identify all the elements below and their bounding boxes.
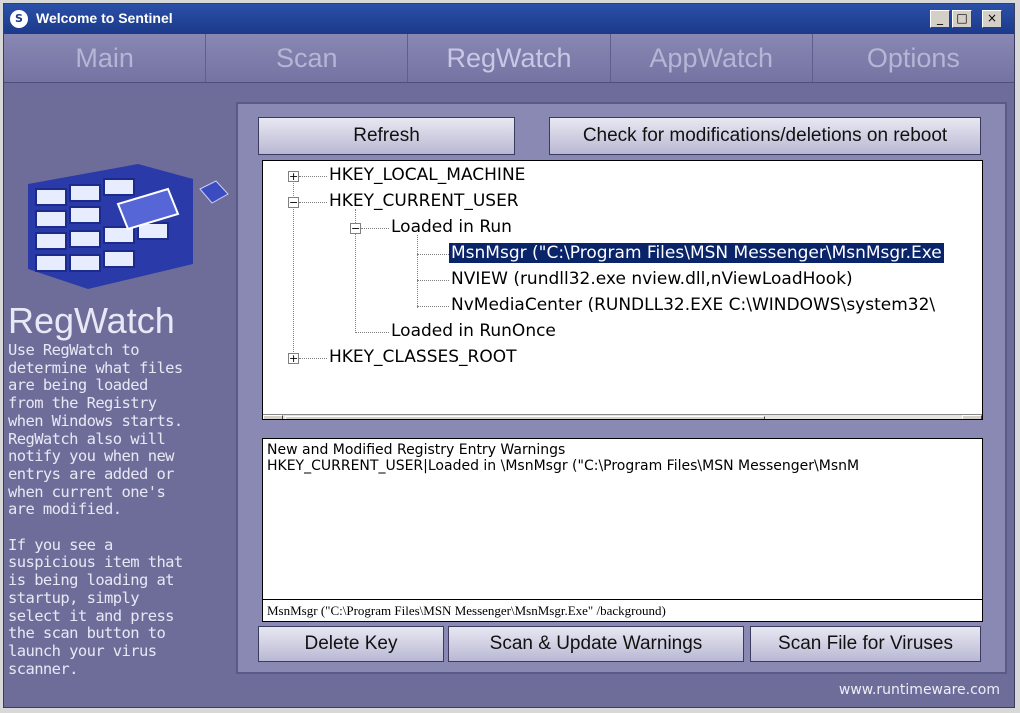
tree-node-loaded-in-runonce[interactable]: Loaded in RunOnce: [391, 321, 556, 341]
tab-regwatch[interactable]: RegWatch: [408, 34, 611, 82]
tab-appwatch[interactable]: AppWatch: [611, 34, 813, 82]
scrollbar-thumb[interactable]: [285, 416, 765, 419]
footer-url[interactable]: www.runtimeware.com: [839, 682, 1000, 698]
tree-node-msnmsgr[interactable]: MsnMsgr ("C:\Program Files\MSN Messenger…: [449, 243, 944, 263]
title-bar: S Welcome to Sentinel _ □ ×: [4, 4, 1014, 34]
tree-connector: [417, 235, 418, 308]
expand-plus-icon[interactable]: +: [288, 353, 299, 364]
delete-key-button[interactable]: Delete Key: [258, 626, 444, 662]
close-button[interactable]: ×: [982, 10, 1002, 28]
collapse-minus-icon[interactable]: −: [350, 223, 361, 234]
tree-connector: [361, 228, 389, 229]
tree-node-hkcu[interactable]: HKEY_CURRENT_USER: [329, 191, 519, 211]
collapse-minus-icon[interactable]: −: [288, 197, 299, 208]
warnings-header: New and Modified Registry Entry Warnings: [267, 442, 566, 458]
selected-entry-status: MsnMsgr ("C:\Program Files\MSN Messenger…: [262, 600, 983, 622]
sentinel-window: S Welcome to Sentinel _ □ × Main Scan Re…: [3, 3, 1015, 708]
registry-tree[interactable]: + HKEY_LOCAL_MACHINE − HKEY_CURRENT_USER…: [262, 160, 983, 420]
tree-connector: [417, 280, 449, 281]
scroll-right-icon[interactable]: ▶: [962, 415, 982, 419]
tree-connector: [417, 254, 449, 255]
tree-node-nview[interactable]: NVIEW (rundll32.exe nview.dll,nViewLoadH…: [451, 269, 853, 289]
horizontal-scrollbar[interactable]: ◀ ▶: [263, 414, 982, 419]
main-navigation: Main Scan RegWatch AppWatch Options: [4, 34, 1014, 83]
maximize-button[interactable]: □: [952, 10, 972, 28]
tree-node-hkcr[interactable]: HKEY_CLASSES_ROOT: [329, 347, 517, 367]
scroll-left-icon[interactable]: ◀: [263, 415, 283, 419]
scan-file-viruses-button[interactable]: Scan File for Viruses: [750, 626, 981, 662]
scan-update-warnings-button[interactable]: Scan & Update Warnings: [448, 626, 744, 662]
sidebar-description: Use RegWatch to determine what files are…: [8, 341, 183, 678]
tree-connector: [355, 332, 389, 333]
refresh-button[interactable]: Refresh: [258, 117, 515, 155]
regwatch-cubes-logo: [28, 164, 229, 289]
tree-node-loaded-in-run[interactable]: Loaded in Run: [391, 217, 512, 237]
warning-line[interactable]: HKEY_CURRENT_USER|Loaded in \MsnMsgr ("C…: [267, 458, 978, 474]
tree-node-hklm[interactable]: HKEY_LOCAL_MACHINE: [329, 165, 525, 185]
tree-node-nvmediacenter[interactable]: NvMediaCenter (RUNDLL32.EXE C:\WINDOWS\s…: [451, 295, 935, 315]
regwatch-panel: Refresh Check for modifications/deletion…: [236, 102, 1007, 674]
sidebar: RegWatch Use RegWatch to determine what …: [4, 84, 236, 704]
tree-connector: [299, 176, 327, 177]
tree-connector: [299, 202, 327, 203]
check-reboot-button[interactable]: Check for modifications/deletions on reb…: [549, 117, 981, 155]
minimize-button[interactable]: _: [930, 10, 950, 28]
expand-plus-icon[interactable]: +: [288, 171, 299, 182]
window-title: Welcome to Sentinel: [36, 10, 173, 26]
tab-main[interactable]: Main: [4, 34, 207, 82]
tab-scan[interactable]: Scan: [206, 34, 409, 82]
tab-options[interactable]: Options: [813, 34, 1014, 82]
warnings-box[interactable]: New and Modified Registry Entry Warnings…: [262, 438, 983, 600]
tree-connector: [417, 306, 449, 307]
app-icon: S: [10, 10, 28, 28]
sidebar-title: RegWatch: [8, 300, 175, 341]
tree-connector: [299, 358, 327, 359]
